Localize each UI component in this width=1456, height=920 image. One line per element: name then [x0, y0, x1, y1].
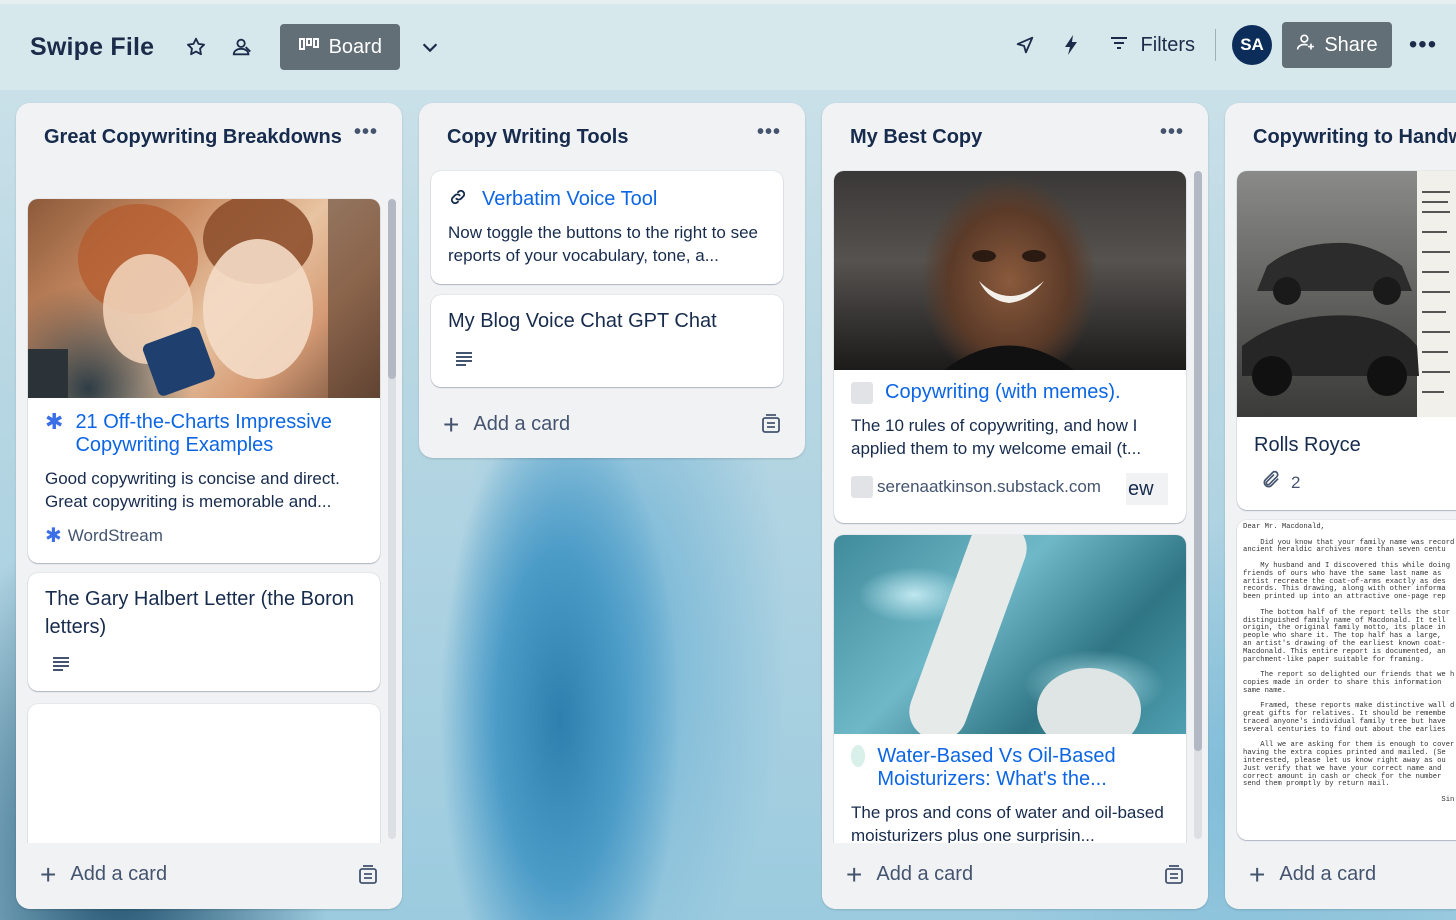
- list-menu-icon[interactable]: •••: [354, 121, 378, 144]
- board-view-label: Board: [328, 35, 382, 58]
- card-template-icon[interactable]: [358, 865, 378, 890]
- members-icon[interactable]: [228, 33, 256, 61]
- list-card[interactable]: My Blog Voice Chat GPT Chat: [431, 295, 783, 387]
- letter-line: Sin: [1243, 795, 1455, 804]
- header-actions: Filters SA Share •••: [1011, 22, 1438, 68]
- card-template-icon[interactable]: [761, 414, 781, 439]
- add-person-icon: [1296, 32, 1316, 58]
- card-title: My Blog Voice Chat GPT Chat: [448, 310, 717, 332]
- board-view-icon: [298, 36, 319, 59]
- avatar[interactable]: SA: [1232, 25, 1272, 65]
- description-icon: [455, 352, 473, 371]
- letter-line: Dear Mr. Macdonald,: [1243, 523, 1325, 531]
- list-title[interactable]: Copywriting to Handw: [1225, 103, 1456, 151]
- list-copywriting-to-handwrite: Copywriting to Handw Rolls Royce 2 Dear …: [1225, 103, 1456, 909]
- plus-icon: +: [1249, 858, 1266, 890]
- plus-icon: +: [443, 408, 460, 440]
- list-card[interactable]: Water-Based Vs Oil-Based Moisturizers: W…: [834, 535, 1186, 855]
- add-card-button[interactable]: + Add a card: [40, 858, 168, 890]
- add-card-label: Add a card: [876, 863, 974, 885]
- plus-icon: +: [846, 858, 863, 890]
- share-label: Share: [1324, 33, 1378, 56]
- plus-icon: +: [40, 858, 57, 890]
- add-card-label: Add a card: [1279, 863, 1377, 885]
- paperclip-icon: [1261, 470, 1281, 495]
- card-cover-image: [834, 535, 1186, 752]
- letter-line: several centuries to find out about the …: [1243, 725, 1446, 734]
- board-header: Swipe File Board Filters SA Share •••: [0, 0, 1456, 90]
- card-source[interactable]: WordStream: [68, 526, 163, 546]
- list-copy-writing-tools: Copy Writing Tools ••• Verbatim Voice To…: [419, 103, 805, 458]
- card-description: Now toggle the buttons to the right to s…: [448, 223, 758, 265]
- card-title: The Gary Halbert Letter (the Boron lette…: [45, 588, 355, 638]
- lightning-icon[interactable]: [1057, 31, 1085, 59]
- letter-line: ancient heraldic archives more than seve…: [1243, 546, 1446, 555]
- card-link-title[interactable]: 21 Off-the-Charts Impressive Copywriting…: [75, 411, 375, 457]
- letter-line: same name.: [1243, 686, 1287, 695]
- list-scrollbar-thumb[interactable]: [1194, 171, 1202, 751]
- board-title[interactable]: Swipe File: [30, 33, 154, 62]
- site-icon: [851, 745, 866, 767]
- list-card[interactable]: The Gary Halbert Letter (the Boron lette…: [28, 573, 380, 691]
- list-scrollbar-thumb[interactable]: [388, 199, 396, 379]
- card-link-title[interactable]: Verbatim Voice Tool: [482, 188, 657, 211]
- link-icon: [448, 187, 468, 212]
- letter-line: send them promptly by return mail.: [1243, 780, 1390, 789]
- card-overflow-text: ew: [1126, 473, 1168, 505]
- list-title[interactable]: Copy Writing Tools: [419, 103, 805, 151]
- list-title[interactable]: Great Copywriting Breakdowns: [16, 103, 402, 151]
- letter-line: been printed up into an attractive one-p…: [1243, 593, 1446, 602]
- list-great-copywriting-breakdowns: Great Copywriting Breakdowns ••• ✱ 21 Of…: [16, 103, 402, 909]
- add-card-button[interactable]: + Add a card: [443, 408, 571, 440]
- chevron-down-icon[interactable]: [416, 33, 444, 61]
- list-card[interactable]: [28, 704, 380, 854]
- add-card-label: Add a card: [70, 863, 168, 885]
- add-card-label: Add a card: [473, 413, 571, 435]
- card-cover-image: [834, 171, 1186, 370]
- card-description: The pros and cons of water and oil-based…: [851, 803, 1164, 845]
- substack-icon: [851, 381, 873, 404]
- add-card-button[interactable]: + Add a card: [1249, 858, 1377, 890]
- add-card-button[interactable]: + Add a card: [846, 858, 974, 890]
- filters-button[interactable]: Filters: [1109, 34, 1195, 57]
- card-link-title[interactable]: Water-Based Vs Oil-Based Moisturizers: W…: [877, 745, 1186, 791]
- star-icon[interactable]: [182, 33, 210, 61]
- card-link-title[interactable]: Copywriting (with memes).: [885, 381, 1121, 404]
- list-card[interactable]: Copywriting (with memes). The 10 rules o…: [834, 171, 1186, 523]
- wordstream-source-icon: ✱: [45, 525, 62, 547]
- card-description: The 10 rules of copywriting, and how I a…: [851, 416, 1142, 458]
- card-title: Rolls Royce: [1254, 434, 1361, 456]
- card-source[interactable]: serenaatkinson.substack.com: [877, 477, 1101, 497]
- card-description: Good copywriting is concise and direct. …: [45, 469, 340, 511]
- header-divider: [1215, 29, 1216, 61]
- letter-line: parchment-like paper suitable for framin…: [1243, 655, 1425, 664]
- card-template-icon[interactable]: [1164, 865, 1184, 890]
- board-view-button[interactable]: Board: [280, 24, 401, 70]
- list-menu-icon[interactable]: •••: [757, 121, 781, 144]
- card-cover-image: [1237, 171, 1456, 417]
- filters-label: Filters: [1140, 33, 1195, 56]
- list-card[interactable]: ✱ 21 Off-the-Charts Impressive Copywriti…: [28, 199, 380, 563]
- list-title[interactable]: My Best Copy: [822, 103, 1208, 151]
- list-card[interactable]: Rolls Royce 2: [1237, 171, 1456, 510]
- more-icon[interactable]: •••: [1408, 31, 1438, 59]
- list-card[interactable]: Dear Mr. Macdonald, Did you know that yo…: [1237, 520, 1456, 840]
- avatar-initials: SA: [1240, 35, 1264, 54]
- card-cover-image: [28, 199, 380, 398]
- list-my-best-copy: My Best Copy ••• Copywriting (with memes…: [822, 103, 1208, 909]
- description-icon: [52, 657, 70, 676]
- wordstream-icon: ✱: [45, 409, 64, 434]
- share-button[interactable]: Share: [1282, 22, 1392, 68]
- substack-source-icon: [851, 476, 873, 498]
- list-card[interactable]: Verbatim Voice Tool Now toggle the butto…: [431, 171, 783, 284]
- list-menu-icon[interactable]: •••: [1160, 121, 1184, 144]
- attachment-count: 2: [1291, 472, 1301, 492]
- filter-icon: [1109, 34, 1129, 57]
- rocket-icon[interactable]: [1011, 31, 1039, 59]
- card-letter-image: Dear Mr. Macdonald, Did you know that yo…: [1237, 520, 1456, 820]
